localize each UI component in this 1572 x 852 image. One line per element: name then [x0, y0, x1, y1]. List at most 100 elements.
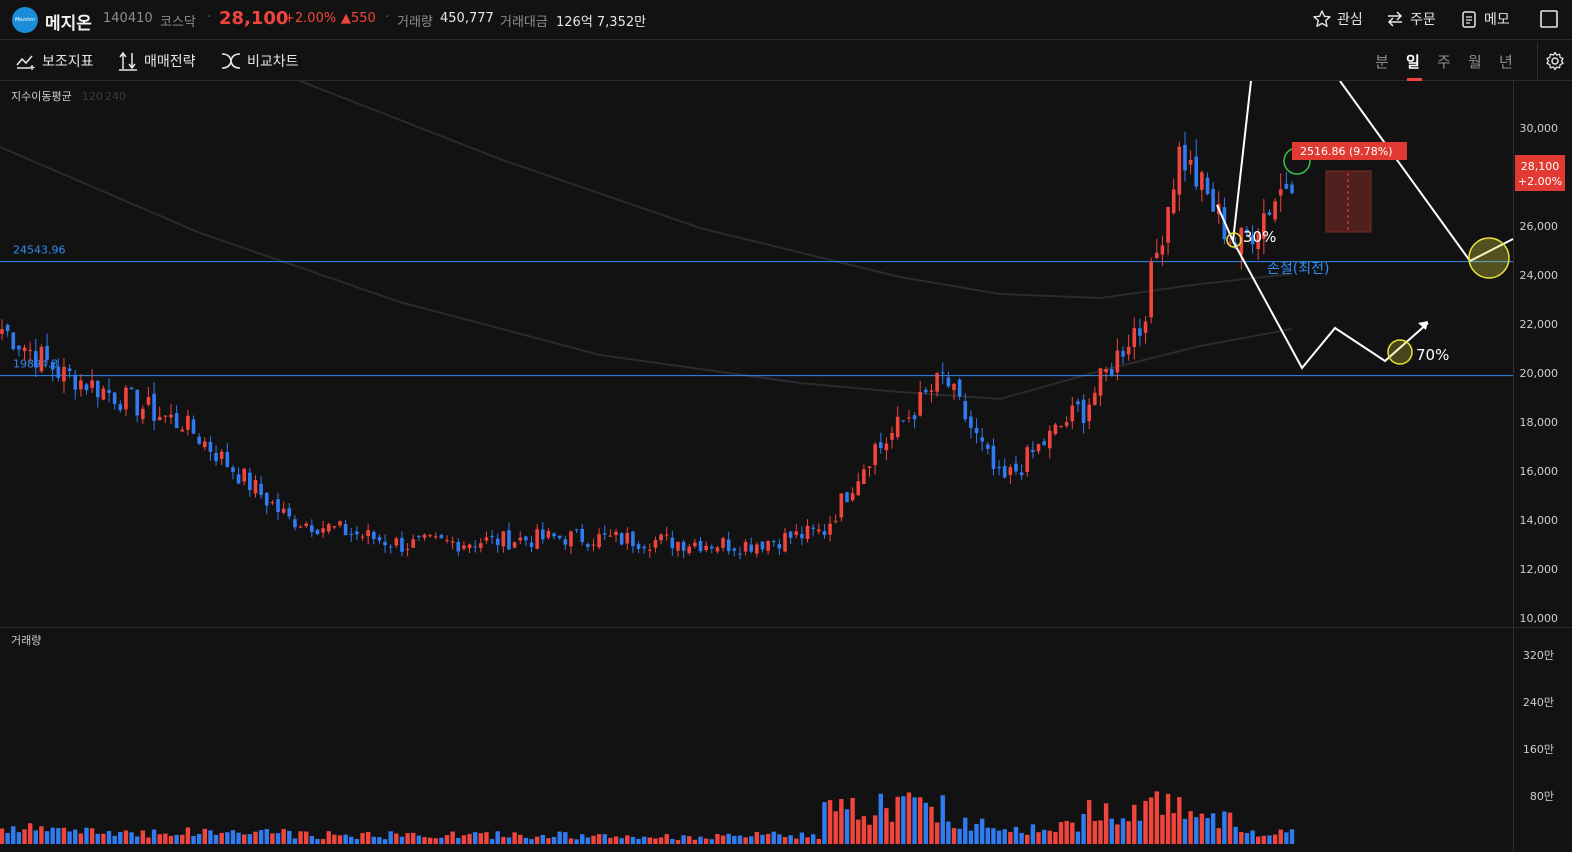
candle-body [422, 534, 427, 538]
volume-series [0, 791, 1295, 844]
candle-body [693, 542, 697, 547]
candle-body [321, 528, 325, 533]
volume-bar [1171, 813, 1176, 844]
period-month[interactable]: 월 [1468, 51, 1482, 72]
candle-body [236, 474, 241, 484]
candle-body [1121, 350, 1125, 357]
candle-body [332, 526, 337, 528]
expand-button[interactable] [1538, 8, 1560, 30]
candle-body [512, 542, 517, 548]
candle-body [405, 548, 410, 550]
volume-bar [709, 839, 714, 844]
candle-body [1025, 447, 1030, 472]
candle-body [1171, 189, 1176, 214]
volume-bar [208, 830, 213, 844]
volume-bar [472, 832, 478, 844]
volume-bar [963, 817, 968, 844]
current-price: 28,100 [219, 8, 289, 29]
candle-body [738, 553, 742, 555]
change-amount: ▲550 [341, 11, 376, 26]
volume-tick-label: 80만 [1530, 790, 1554, 803]
candle-body [1290, 184, 1294, 194]
period-minute[interactable]: 분 [1375, 51, 1389, 72]
volume-bar [292, 838, 298, 844]
candle-body [73, 374, 78, 390]
order-button[interactable]: 주문 [1385, 8, 1436, 30]
candle-body [1200, 172, 1204, 190]
volume-bar [275, 833, 281, 844]
volume-bar [664, 834, 669, 844]
volume-bar [394, 833, 399, 844]
stock-code: 140410 [103, 11, 153, 26]
strategy-button[interactable]: 매매전략 [118, 51, 196, 71]
candle-body [901, 420, 906, 422]
candle-body [1194, 156, 1199, 187]
scenario-drawing[interactable]: 30% 70% 손절(최전) 2516.86 (9.78%) [1216, 81, 1514, 370]
volume-bar [901, 796, 906, 844]
candle-body [124, 387, 128, 410]
candle-body [1036, 444, 1041, 452]
volume-bar [140, 830, 146, 844]
candle-body [281, 508, 286, 513]
volume-tick-label: 320만 [1523, 649, 1554, 662]
volume-bar [884, 808, 889, 844]
candle-body [969, 416, 973, 428]
settings-button[interactable] [1537, 42, 1572, 80]
volume-bar [1160, 814, 1165, 844]
volume-bar [67, 831, 72, 844]
watchlist-button[interactable]: 관심 [1312, 8, 1363, 30]
period-day[interactable]: 일 [1406, 51, 1420, 72]
memo-button[interactable]: 메모 [1459, 8, 1510, 30]
volume-bar [1036, 832, 1041, 844]
volume-bar [1205, 818, 1210, 844]
candle-body [1149, 261, 1153, 318]
period-week[interactable]: 주 [1437, 51, 1451, 72]
price-chart[interactable]: 24543.96 19894.3 30% 70% 손절(최전) 2516.86 … [0, 81, 1572, 852]
candle-body [1031, 449, 1035, 453]
candle-body [980, 437, 984, 442]
candle-body [501, 531, 506, 547]
candle-body [569, 531, 573, 547]
compare-cross-icon [221, 53, 241, 69]
volume-value: 450,777 [440, 11, 494, 26]
volume-bar [540, 835, 545, 844]
candle-body [1267, 212, 1272, 215]
candle-body [957, 379, 962, 397]
volume-bar [596, 834, 602, 844]
volume-bar [320, 839, 326, 844]
volume-bar [354, 839, 360, 844]
volume-bar [799, 832, 805, 844]
candle-body [557, 535, 562, 539]
candle-body [1014, 463, 1018, 472]
candle-body [1104, 369, 1108, 373]
current-price-tag-value: 28,100 [1521, 160, 1560, 173]
volume-bar [1177, 797, 1182, 844]
volume-bar [427, 837, 433, 844]
candle-body [755, 544, 759, 554]
volume-bar [411, 832, 416, 844]
volume-bar [253, 831, 258, 844]
candle-body [822, 531, 827, 536]
separator-dot: · [385, 10, 390, 25]
candle-body [45, 345, 49, 361]
volume-bar [658, 837, 664, 844]
candle-body [884, 443, 889, 451]
compare-button[interactable]: 비교차트 [221, 51, 299, 71]
volume-bar [720, 835, 726, 844]
period-year[interactable]: 년 [1499, 51, 1513, 72]
volume-bar [529, 839, 534, 844]
volume-bar [1002, 829, 1007, 844]
volume-bar [872, 815, 878, 844]
volume-bar [889, 821, 895, 844]
volume-bar [27, 823, 33, 844]
candle-body [0, 329, 4, 334]
indicators-button[interactable]: 보조지표 [16, 51, 94, 71]
volume-bar [89, 828, 95, 844]
candle-body [1228, 242, 1232, 244]
candle-body [929, 390, 934, 392]
candle-body [433, 536, 438, 538]
volume-bar [405, 833, 410, 844]
candle-body [580, 528, 585, 542]
candle-body [479, 543, 483, 548]
volume-bar [934, 822, 940, 844]
